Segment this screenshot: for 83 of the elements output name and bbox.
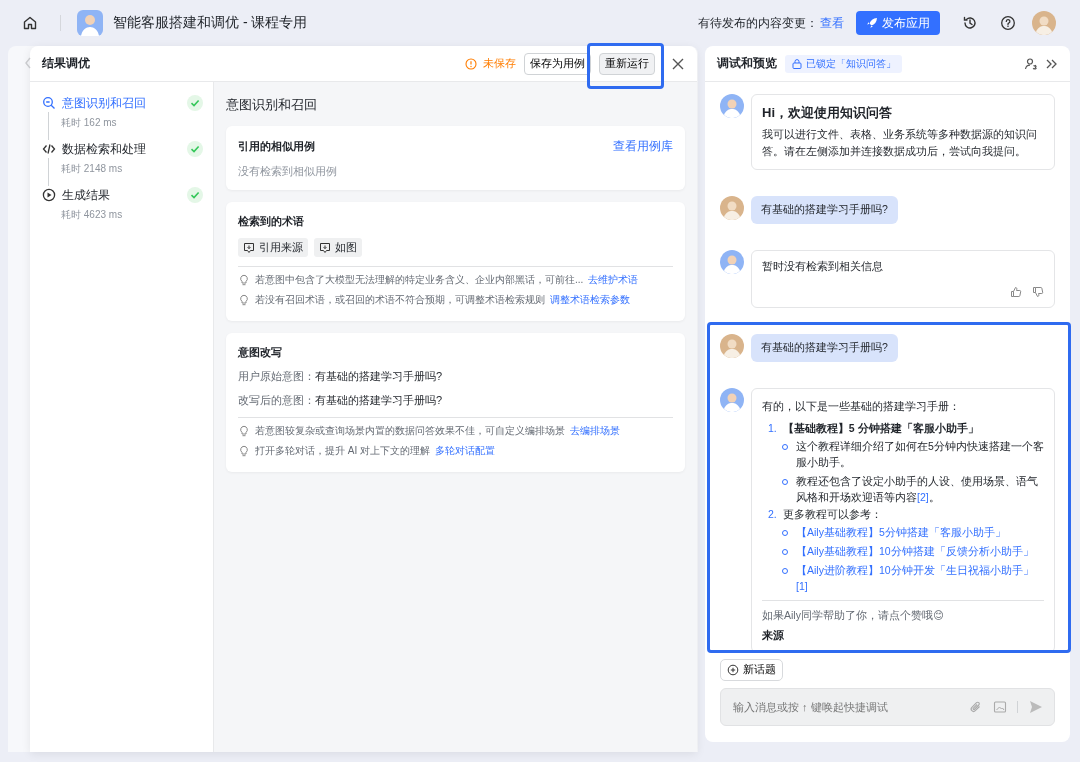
new-topic-button[interactable]: 新话题 <box>720 659 784 681</box>
lightbulb-icon <box>238 274 250 286</box>
tip-link[interactable]: 去维护术语 <box>588 273 639 287</box>
field-value: 有基础的搭建学习手册吗? <box>315 394 443 406</box>
lightbulb-icon <box>238 445 250 457</box>
tip-text: 若意图较复杂或查询场景内置的数据问答效果不佳，可自定义编排场景 <box>255 424 565 438</box>
panel-title: 调试和预览 <box>717 55 778 72</box>
app-avatar <box>77 10 103 36</box>
rocket-icon <box>866 17 878 29</box>
field-label: 改写后的意图： <box>238 394 315 406</box>
tip-text: 打开多轮对话，提升 AI 对上下文的理解 <box>255 444 430 458</box>
bot-avatar <box>720 388 745 412</box>
image-icon[interactable] <box>993 700 1007 714</box>
list-number: 1. <box>768 422 777 436</box>
case-library-link[interactable]: 查看用例库 <box>613 138 673 155</box>
locked-badge: 已锁定「知识问答」 <box>785 54 903 73</box>
history-icon[interactable] <box>962 15 978 31</box>
thumbs-down-icon[interactable] <box>1032 286 1044 298</box>
thumbs-up-icon[interactable] <box>1010 286 1022 298</box>
save-as-case-button[interactable]: 保存为用例 <box>524 52 591 75</box>
publish-button[interactable]: 发布应用 <box>856 11 940 35</box>
card-title: 检索到的术语 <box>238 214 305 229</box>
user-avatar <box>720 334 745 358</box>
step-item[interactable]: 数据检索和处理 <box>62 140 146 158</box>
tip-text: 若没有召回术语，或召回的术语不符合预期，可调整术语检索规则 <box>255 293 545 307</box>
field-value: 有基础的搭建学习手册吗? <box>315 370 443 382</box>
message-text: 暂时没有检索到相关信息 <box>762 260 885 274</box>
list-item-text: 教程还包含了设定小助手的人设、使用场景、语气风格和开场欢迎语等内容[2]。 <box>796 474 1040 505</box>
step-duration: 耗时 2148 ms <box>61 163 123 174</box>
user-message: 有基础的搭建学习手册吗? <box>751 334 898 362</box>
download-icon <box>319 241 331 254</box>
warning-icon <box>465 57 477 70</box>
term-tag[interactable]: 引用来源 <box>238 238 308 257</box>
plus-circle-icon <box>727 664 740 676</box>
rerun-button[interactable]: 重新运行 <box>599 52 655 75</box>
bot-avatar <box>720 94 745 118</box>
empty-message: 没有检索到相似用例 <box>238 164 338 179</box>
lightbulb-icon <box>238 294 250 306</box>
tip-text: 若意图中包含了大模型无法理解的特定业务含义、企业内部黑话，可前往... <box>255 273 584 287</box>
list-number: 2. <box>768 508 777 522</box>
section-title: 意图识别和召回 <box>226 96 318 114</box>
step-duration: 耗时 162 ms <box>61 117 117 128</box>
welcome-title: Hi，欢迎使用知识问答 <box>762 104 894 122</box>
tip-link[interactable]: 去编排场景 <box>570 424 620 438</box>
step-duration: 耗时 4623 ms <box>61 209 123 220</box>
close-icon[interactable] <box>671 56 685 71</box>
card-title: 意图改写 <box>238 345 283 360</box>
attachment-icon[interactable] <box>969 700 983 714</box>
app-title: 智能客服搭建和调优 - 课程专用 <box>113 14 308 32</box>
unsaved-label: 未保存 <box>483 56 516 71</box>
step-item[interactable]: 生成结果 <box>62 186 110 204</box>
lightbulb-icon <box>238 425 250 437</box>
help-icon[interactable] <box>1000 15 1016 31</box>
code-icon <box>42 142 56 156</box>
tutorial-link[interactable]: 【Aily进阶教程】10分钟开发「生日祝福小助手」[1] <box>796 562 1044 594</box>
field-label: 用户原始意图： <box>238 370 315 382</box>
tip-link[interactable]: 多轮对话配置 <box>435 444 495 458</box>
home-icon[interactable] <box>22 15 38 31</box>
step-item[interactable]: 意图识别和召回 <box>62 94 146 112</box>
pending-changes-label: 有待发布的内容变更： <box>698 14 818 32</box>
list-item-text: 【基础教程】5 分钟搭建「客服小助手」 <box>782 422 979 436</box>
list-item-text: 更多教程可以参考： <box>782 508 882 522</box>
user-message: 有基础的搭建学习手册吗? <box>751 196 898 224</box>
input-field[interactable]: 输入消息或按 ↑ 键唤起快捷调试 <box>720 688 1055 726</box>
download-icon <box>243 241 255 254</box>
feedback-prompt: 如果Aily同学帮助了你，请点个赞哦😊 <box>762 609 945 623</box>
tip-link[interactable]: 调整术语检索参数 <box>550 293 630 307</box>
tutorial-link[interactable]: 【Aily基础教程】5分钟搭建「客服小助手」 <box>796 524 1006 540</box>
list-item-text: 这个教程详细介绍了如何在5分钟内快速搭建一个客服小助手。 <box>796 439 1044 470</box>
panel-title: 结果调优 <box>42 55 90 72</box>
search-icon <box>42 96 56 110</box>
term-tag[interactable]: 如图 <box>314 238 362 257</box>
play-circle-icon <box>42 188 56 202</box>
card-title: 引用的相似用例 <box>238 139 315 154</box>
tutorial-link[interactable]: 【Aily基础教程】10分钟搭建「反馈分析小助手」 <box>796 543 1034 559</box>
welcome-text: 我可以进行文件、表格、业务系统等多种数据源的知识问答。请在左侧添加并连接数据成功后，尝试向我提问。 <box>762 127 1039 159</box>
message-text: 有的，以下是一些基础的搭建学习手册： <box>762 400 962 414</box>
view-link[interactable]: 查看 <box>820 14 844 32</box>
citation-link[interactable]: [2] <box>917 491 929 503</box>
message-input[interactable]: 输入消息或按 ↑ 键唤起快捷调试 <box>731 700 959 714</box>
sources-heading: 来源 <box>762 629 786 643</box>
bot-avatar <box>720 250 745 274</box>
user-avatar <box>720 196 745 220</box>
